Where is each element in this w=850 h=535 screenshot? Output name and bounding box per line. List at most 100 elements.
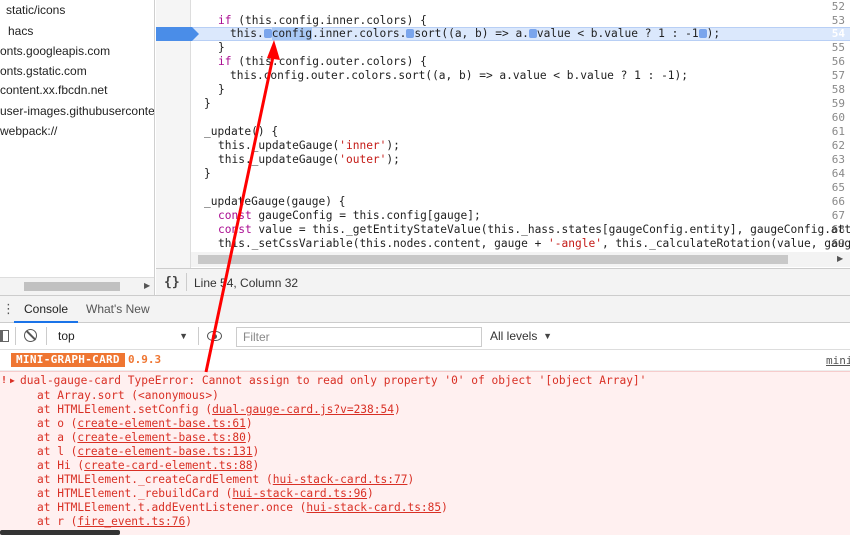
execution-marker-icon[interactable] bbox=[698, 29, 707, 38]
line-number: 67 bbox=[831, 209, 845, 222]
file-navigator: static/icons hacs onts.googleapis.com on… bbox=[0, 0, 155, 295]
tree-item-label: content.xx.fbcdn.net bbox=[0, 83, 108, 97]
code-editor[interactable]: 52 53 54 55 56 57 58 59 60 61 62 63 64 6… bbox=[156, 0, 850, 268]
editor-status-bar: {} Line 54, Column 32 bbox=[156, 268, 850, 295]
tree-item-github-images[interactable]: user-images.githubusercontent bbox=[0, 101, 155, 121]
stack-frame: at HTMLElement._createCardElement (hui-s… bbox=[37, 473, 415, 486]
line-number: 61 bbox=[831, 125, 845, 138]
execution-marker-icon[interactable] bbox=[263, 29, 272, 38]
tree-item-label: webpack:// bbox=[0, 124, 58, 138]
stack-frame-link[interactable]: hui-stack-card.ts:77 bbox=[273, 473, 408, 486]
divider bbox=[46, 327, 47, 345]
code-line-54: this. config.inner.colors. sort((a, b) => … bbox=[230, 27, 721, 40]
tree-item-label: onts.gstatic.com bbox=[0, 64, 87, 78]
code-line-55: } bbox=[218, 41, 225, 54]
stack-frame-link[interactable]: create-element-base.ts:131 bbox=[77, 445, 252, 458]
error-text: dual-gauge-card TypeError: Cannot assign… bbox=[20, 374, 647, 387]
code-line-59: } bbox=[204, 97, 211, 110]
tree-item-label: user-images.githubusercontent bbox=[0, 104, 155, 118]
page-scrollbar[interactable] bbox=[0, 530, 120, 535]
line-number: 60 bbox=[831, 111, 845, 124]
scrollbar-thumb[interactable] bbox=[198, 255, 788, 264]
line-number: 55 bbox=[831, 41, 845, 54]
line-number: 59 bbox=[831, 97, 845, 110]
tree-horizontal-scrollbar[interactable]: ▶ bbox=[0, 277, 154, 295]
line-number: 65 bbox=[831, 181, 845, 194]
stack-frame-link[interactable]: dual-gauge-card.js?v=238:54 bbox=[212, 403, 394, 416]
console-sidebar-toggle-icon[interactable] bbox=[0, 330, 9, 342]
stack-frame-link[interactable]: create-element-base.ts:61 bbox=[77, 417, 245, 430]
log-source-link[interactable]: mini bbox=[826, 354, 850, 367]
tree-item-label: hacs bbox=[8, 24, 34, 38]
log-version: 0.9.3 bbox=[128, 353, 162, 366]
code-line-62: this._updateGauge('inner'); bbox=[218, 139, 400, 152]
stack-frame-link[interactable]: fire_event.ts:76 bbox=[77, 515, 185, 528]
divider bbox=[186, 273, 187, 291]
scroll-right-arrow-icon[interactable]: ▶ bbox=[837, 254, 843, 263]
tab-console[interactable]: Console bbox=[14, 296, 79, 323]
stack-frame: at HTMLElement._rebuildCard (hui-stack-c… bbox=[37, 487, 374, 500]
execution-marker-icon[interactable] bbox=[528, 29, 537, 38]
line-number: 58 bbox=[831, 83, 845, 96]
tree-item-static-icons[interactable]: static/icons bbox=[6, 0, 65, 20]
tree-item-fbcdn[interactable]: content.xx.fbcdn.net bbox=[0, 80, 107, 100]
stack-frame-link[interactable]: create-card-element.ts:88 bbox=[84, 459, 252, 472]
chevron-down-icon: ▼ bbox=[543, 331, 552, 341]
code-line-57: this.config.outer.colors.sort((a, b) => … bbox=[230, 69, 689, 82]
code-line-68: const value = this._getEntityStateValue(… bbox=[218, 223, 850, 236]
tree-item-webpack[interactable]: webpack:// bbox=[0, 121, 57, 141]
line-number: 66 bbox=[831, 195, 845, 208]
stack-frame-link[interactable]: hui-stack-card.ts:96 bbox=[232, 487, 367, 500]
tree-item-label: onts.googleapis.com bbox=[0, 44, 111, 58]
tree-item-label: static/icons bbox=[6, 3, 66, 17]
code-line-53: if (this.config.inner.colors) { bbox=[218, 14, 427, 27]
expand-triangle-icon[interactable]: ▶ bbox=[10, 376, 15, 385]
stack-frame: at l (create-element-base.ts:131) bbox=[37, 445, 260, 458]
sources-panel: static/icons hacs onts.googleapis.com on… bbox=[0, 0, 850, 295]
clear-console-icon[interactable] bbox=[24, 329, 37, 342]
code-line-67: const gaugeConfig = this.config[gauge]; bbox=[218, 209, 481, 222]
line-number: 63 bbox=[831, 153, 845, 166]
console-error-message: ! ▶ dual-gauge-card TypeError: Cannot as… bbox=[0, 371, 850, 535]
scrollbar-thumb[interactable] bbox=[24, 282, 120, 291]
stack-frame-link[interactable]: create-element-base.ts:80 bbox=[77, 431, 245, 444]
breakpoint-marker[interactable] bbox=[156, 27, 199, 41]
tab-whats-new[interactable]: What's New bbox=[76, 296, 160, 323]
chevron-down-icon: ▼ bbox=[179, 331, 188, 341]
selected-text: config bbox=[271, 27, 313, 40]
cursor-position: Line 54, Column 32 bbox=[194, 276, 299, 290]
log-levels-selector[interactable]: All levels ▼ bbox=[486, 327, 556, 346]
stack-frame: at o (create-element-base.ts:61) bbox=[37, 417, 253, 430]
stack-frame: at r (fire_event.ts:76) bbox=[37, 515, 192, 528]
stack-frame: at a (create-element-base.ts:80) bbox=[37, 431, 253, 444]
line-number: 64 bbox=[831, 167, 845, 180]
context-selector[interactable]: top ▼ bbox=[52, 327, 192, 346]
stack-frame: at Hi (create-card-element.ts:88) bbox=[37, 459, 260, 472]
editor-horizontal-scrollbar[interactable]: ▶ bbox=[191, 252, 850, 267]
console-output[interactable]: MINI-GRAPH-CARD 0.9.3 mini ! ▶ dual-gaug… bbox=[0, 350, 850, 535]
tree-item-googleapis[interactable]: onts.googleapis.com bbox=[0, 41, 110, 61]
console-filter-input[interactable] bbox=[236, 327, 482, 347]
divider bbox=[198, 327, 199, 345]
line-number: 62 bbox=[831, 139, 845, 152]
error-icon: ! bbox=[1, 375, 8, 386]
stack-frame: at HTMLElement.t.addEventListener.once (… bbox=[37, 501, 448, 514]
line-number: 56 bbox=[831, 55, 845, 68]
pretty-print-button[interactable]: {} bbox=[164, 275, 180, 290]
line-number-active: 54 bbox=[831, 27, 845, 40]
line-number: 52 bbox=[831, 0, 845, 13]
log-levels-value: All levels bbox=[490, 329, 538, 343]
code-line-56: if (this.config.outer.colors) { bbox=[218, 55, 427, 68]
code-line-58: } bbox=[218, 83, 225, 96]
live-expression-eye-icon[interactable] bbox=[207, 331, 222, 341]
code-line-61: _update() { bbox=[204, 125, 279, 138]
code-line-66: _updateGauge(gauge) { bbox=[204, 195, 346, 208]
tree-item-gstatic[interactable]: onts.gstatic.com bbox=[0, 61, 87, 81]
log-badge: MINI-GRAPH-CARD bbox=[11, 353, 125, 367]
line-number: 57 bbox=[831, 69, 845, 82]
console-log-message: MINI-GRAPH-CARD 0.9.3 mini bbox=[0, 350, 850, 371]
line-number: 53 bbox=[831, 14, 845, 27]
tree-item-hacs[interactable]: hacs bbox=[8, 21, 33, 41]
scroll-right-arrow-icon[interactable]: ▶ bbox=[144, 281, 150, 290]
stack-frame-link[interactable]: hui-stack-card.ts:85 bbox=[306, 501, 441, 514]
